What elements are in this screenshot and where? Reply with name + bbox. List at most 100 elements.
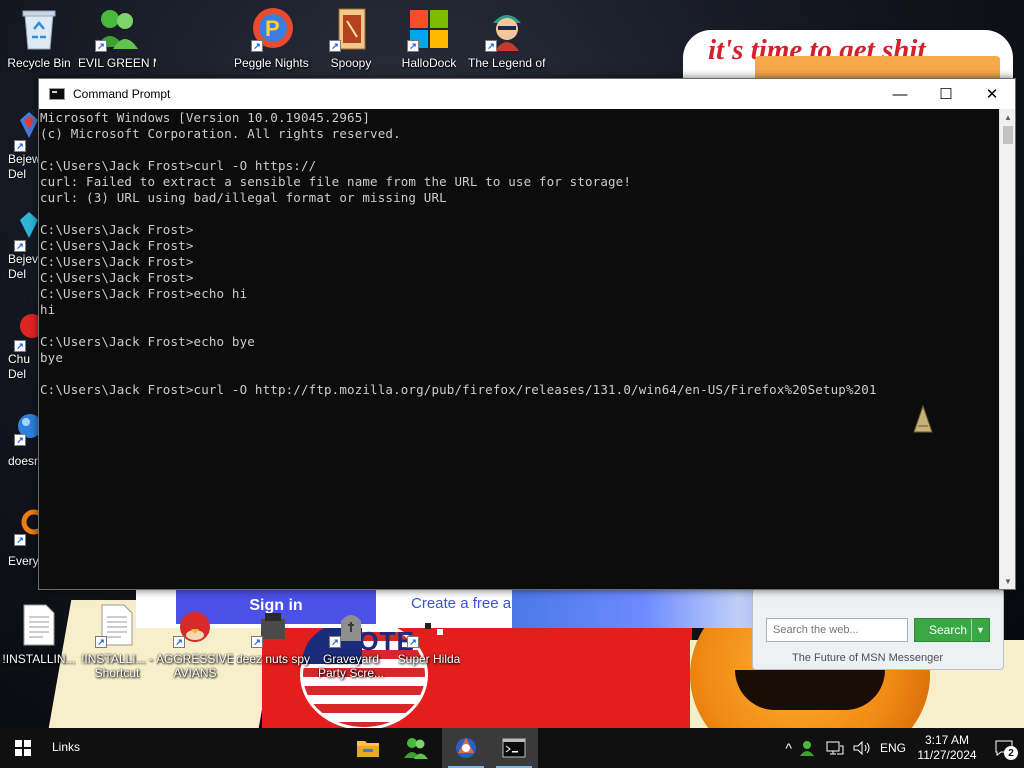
taskbar-browser[interactable] (442, 728, 490, 768)
desktop-icon-label: AGGRESSIVE AVIANS (156, 652, 234, 680)
spy-icon: ↗ (249, 602, 297, 648)
desktop-icon-graveyard-party[interactable]: ↗ Graveyard Party Scre... (312, 602, 390, 682)
browser-icon (456, 738, 476, 758)
pixel-game-icon: ↗ (405, 602, 453, 648)
console-output[interactable]: Microsoft Windows [Version 10.0.19045.29… (39, 109, 999, 589)
action-center-button[interactable]: 2 (984, 728, 1024, 768)
shortcut-arrow-icon: ↗ (329, 40, 341, 52)
recycle-bin-icon (15, 6, 63, 52)
maximize-button[interactable]: ☐ (923, 79, 969, 109)
scroll-up-icon[interactable]: ▲ (1000, 109, 1016, 125)
console-line: bye (40, 350, 64, 365)
links-toolbar[interactable]: Links (52, 740, 80, 754)
document-icon: ↗ (327, 6, 375, 52)
speaker-icon (853, 740, 870, 756)
shortcut-arrow-icon: ↗ (14, 434, 26, 446)
window-title: Command Prompt (73, 87, 171, 101)
volume-button[interactable] (848, 728, 876, 768)
shortcut-arrow-icon: ↗ (14, 140, 26, 152)
start-button[interactable] (0, 728, 46, 768)
shortcut-arrow-icon: ↗ (407, 636, 419, 648)
desktop-icon-installing[interactable]: !INSTALLIN... (0, 602, 78, 682)
desktop-icon-super-hilda[interactable]: ↗ Super Hilda (390, 602, 468, 682)
minimize-button[interactable]: — (877, 79, 923, 109)
desktop-icon-installing-shortcut[interactable]: ↗ !INSTALLI... - Shortcut (78, 602, 156, 682)
shortcut-arrow-icon: ↗ (173, 636, 185, 648)
taskbar-msn-messenger[interactable] (392, 728, 440, 768)
busy-cursor-icon (913, 404, 933, 433)
red-ball-icon (20, 314, 40, 338)
desktop-icon-recycle-bin[interactable]: Recycle Bin (0, 6, 78, 76)
graveyard-icon: ↗ (327, 602, 375, 648)
pumpkin-mouth (735, 670, 885, 710)
desktop-icon-label: Chu Del (8, 352, 31, 381)
chevron-down-icon[interactable]: ▼ (971, 619, 989, 641)
chevron-up-icon: ^ (785, 740, 792, 756)
network-button[interactable] (822, 728, 848, 768)
desktop-icon-label: deez nuts spy (235, 652, 311, 666)
shortcut-arrow-icon: ↗ (95, 636, 107, 648)
desktop-icon-evil-green-msn[interactable]: ↗ EVIL GREEN MSN SO... (78, 6, 156, 76)
peggle-icon: P ↗ (249, 6, 297, 52)
desktop-icon-label: Super Hilda (397, 652, 461, 666)
desktop-icon-bejeweled-2[interactable]: ↗ Bejev Del (0, 206, 40, 281)
command-prompt-icon (49, 88, 65, 100)
console-line: C:\Users\Jack Frost> (40, 238, 194, 253)
text-file-icon (15, 602, 63, 648)
desktop-icon-label: Bejev Del (8, 252, 39, 281)
desktop-icon-label: doesn (8, 454, 41, 468)
language-indicator[interactable]: ENG (876, 728, 910, 768)
msn-tray-icon (799, 741, 814, 756)
msn-search-button[interactable]: Search ▼ (914, 618, 990, 642)
file-explorer-icon (357, 741, 379, 757)
clock[interactable]: 3:17 AM 11/27/2024 (910, 728, 984, 768)
desktop-icon-label: HalloDock (401, 56, 457, 70)
console-line: C:\Users\Jack Frost>echo bye (40, 334, 255, 349)
desktop-icon-spoopy[interactable]: ↗ Spoopy (312, 6, 390, 76)
console-line: Microsoft Windows [Version 10.0.19045.29… (40, 110, 371, 125)
desktop-icon-legend[interactable]: ↗ The Legend of Ti... (468, 6, 546, 76)
shortcut-arrow-icon: ↗ (407, 40, 419, 52)
scroll-down-icon[interactable]: ▼ (1000, 573, 1016, 589)
msn-buddy-icon: ↗ (93, 6, 141, 52)
close-button[interactable]: ✕ (969, 79, 1015, 109)
desktop-icon-peggle-nights[interactable]: P ↗ Peggle Nights Del... (234, 6, 312, 76)
shortcut-arrow-icon: ↗ (251, 636, 263, 648)
console-line: curl: Failed to extract a sensible file … (40, 174, 632, 189)
shortcut-arrow-icon: ↗ (95, 40, 107, 52)
msn-search-input[interactable] (766, 618, 908, 642)
taskbar-command-prompt[interactable] (490, 728, 538, 768)
shortcut-arrow-icon: ↗ (251, 40, 263, 52)
tray-msn-button[interactable] (796, 728, 822, 768)
desktop-icon-every[interactable]: ↗ Every (0, 504, 40, 576)
command-prompt-icon (502, 738, 526, 758)
desktop-icon-hallodock[interactable]: ↗ HalloDock (390, 6, 468, 76)
msn-messenger-icon (404, 738, 428, 759)
command-prompt-window[interactable]: Command Prompt — ☐ ✕ Microsoft Windows [… (38, 78, 1016, 590)
taskbar-file-explorer[interactable] (344, 728, 392, 768)
desktop-icon-aggressive-avians[interactable]: ↗ AGGRESSIVE AVIANS (156, 602, 234, 682)
console-line: hi (40, 302, 56, 317)
show-hidden-icons-button[interactable]: ^ (781, 728, 796, 768)
console-line: C:\Users\Jack Frost> (40, 270, 194, 285)
console-line: (c) Microsoft Corporation. All rights re… (40, 126, 401, 141)
game-character-icon: ↗ (483, 6, 531, 52)
window-titlebar[interactable]: Command Prompt — ☐ ✕ (39, 79, 1015, 109)
console-input-line[interactable]: C:\Users\Jack Frost>curl -O http://ftp.m… (40, 382, 999, 398)
window-controls: — ☐ ✕ (877, 79, 1015, 109)
shortcut-arrow-icon: ↗ (485, 40, 497, 52)
vertical-scrollbar[interactable]: ▲ ▼ (999, 109, 1015, 589)
desktop-icon-label: Graveyard Party Scre... (317, 652, 385, 680)
desktop-icon-label: The Legend of Ti... (468, 56, 546, 70)
desktop-icon-doesn[interactable]: ↗ doesn (0, 406, 41, 478)
desktop-icon-deez-nuts-spy[interactable]: ↗ deez nuts spy (234, 602, 312, 682)
console-line: C:\Users\Jack Frost>echo hi (40, 286, 248, 301)
clock-date: 11/27/2024 (917, 748, 977, 762)
console-line: C:\Users\Jack Frost> (40, 222, 194, 237)
desktop-icon-bejeweled[interactable]: ↗ Bejew Del (0, 106, 41, 181)
desktop-icon-chu[interactable]: ↗ Chu Del (0, 306, 40, 381)
notification-count-badge: 2 (1004, 746, 1018, 760)
scrollbar-thumb[interactable] (1003, 126, 1013, 144)
